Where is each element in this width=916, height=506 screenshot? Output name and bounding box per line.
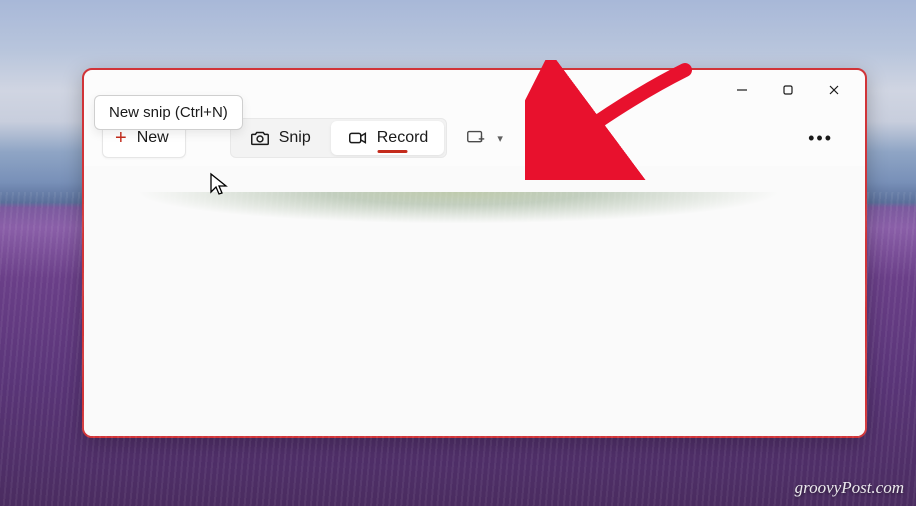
camera-icon: [249, 127, 271, 149]
delay-dropdown[interactable]: ▾: [521, 120, 565, 156]
ellipsis-icon: •••: [808, 128, 833, 149]
video-icon: [347, 127, 369, 149]
minimize-icon: [736, 84, 748, 96]
maximize-button[interactable]: [765, 74, 811, 106]
plus-icon: +: [115, 128, 127, 148]
tooltip-text: New snip (Ctrl+N): [109, 104, 228, 121]
new-button-label: New: [137, 129, 169, 147]
new-button-tooltip: New snip (Ctrl+N): [94, 95, 243, 130]
snip-mode-label: Snip: [279, 129, 311, 147]
mode-toggle: Snip Record: [230, 118, 448, 158]
snip-mode-button[interactable]: Snip: [231, 119, 329, 157]
rectangle-snip-icon: [465, 127, 487, 149]
watermark: groovyPost.com: [795, 478, 904, 498]
record-mode-button[interactable]: Record: [331, 121, 445, 155]
chevron-down-icon: ▾: [555, 132, 561, 145]
close-button[interactable]: [811, 74, 857, 106]
maximize-icon: [782, 84, 794, 96]
close-icon: [828, 84, 840, 96]
chevron-down-icon: ▾: [497, 132, 503, 145]
snip-shape-dropdown[interactable]: ▾: [461, 120, 507, 156]
record-mode-label: Record: [377, 129, 429, 147]
clock-icon: [525, 128, 545, 148]
canvas-area: [84, 166, 865, 436]
desktop-wallpaper: + New Snip Record: [0, 0, 916, 506]
more-options-button[interactable]: •••: [800, 120, 841, 156]
minimize-button[interactable]: [719, 74, 765, 106]
active-indicator: [377, 150, 407, 153]
